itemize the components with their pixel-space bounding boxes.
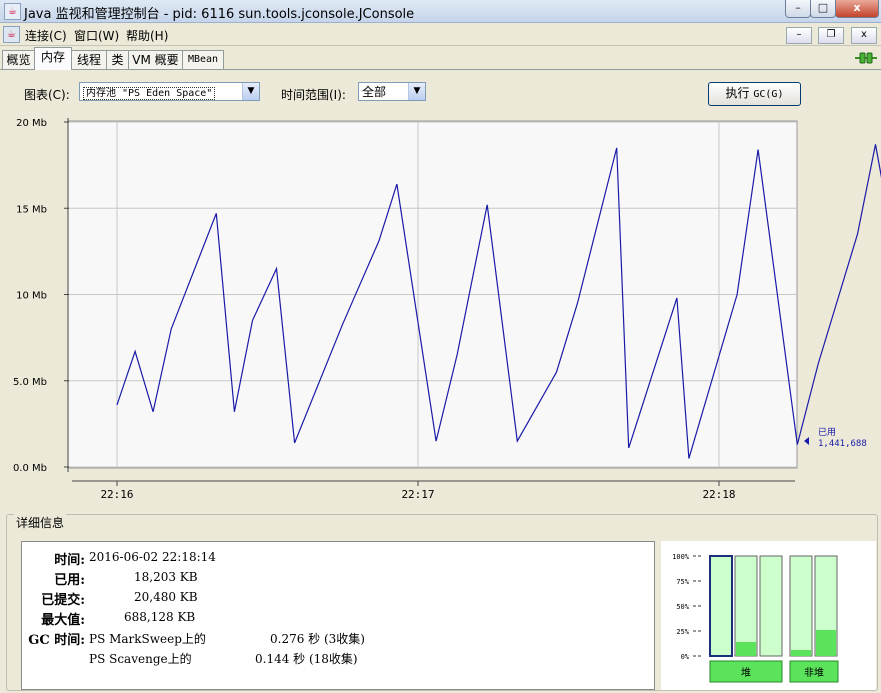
- pool-bar[interactable]: [759, 555, 783, 657]
- nonheap-label: 非堆: [804, 667, 824, 679]
- gc-collector-time: 0.276 秒 (3收集): [270, 632, 365, 646]
- tab-classes[interactable]: 类: [106, 50, 129, 69]
- chart-select-value: 内存池 "PS Eden Space": [83, 87, 216, 100]
- max-label: 最大值:: [41, 613, 85, 628]
- x-tick-label: 22:18: [702, 488, 735, 501]
- tab-threads[interactable]: 线程: [71, 50, 107, 69]
- time-range-label: 时间范围(I):: [281, 88, 346, 102]
- gc-button-mnemonic: GC(G): [753, 89, 784, 100]
- y-tick-label: 10 Mb: [16, 291, 47, 302]
- pool-bar[interactable]: [734, 555, 758, 657]
- committed-label: 已提交:: [41, 593, 85, 608]
- minimize-button[interactable]: –: [785, 0, 811, 18]
- time-range-value: 全部: [362, 85, 387, 99]
- legend-series-name: 已用: [818, 427, 836, 438]
- bar-y-tick-label: 50%: [676, 603, 689, 611]
- pool-bar-used-fill[interactable]: [791, 650, 811, 656]
- x-tick-label: 22:17: [401, 488, 434, 501]
- menu-connection[interactable]: 连接(C): [25, 27, 67, 44]
- tab-overview[interactable]: 概览: [2, 50, 35, 69]
- chart-label: 图表(C):: [24, 88, 70, 102]
- time-label: 时间:: [54, 553, 85, 568]
- internal-minimize-button[interactable]: –: [786, 27, 812, 44]
- bar-y-tick-label: 75%: [676, 578, 689, 586]
- gc-button-label: 执行: [725, 86, 750, 100]
- heap-label: 堆: [741, 667, 751, 679]
- time-range-select[interactable]: 全部 ▼: [358, 82, 426, 101]
- title-bar: ☕ Java 监视和管理控制台 - pid: 6116 sun.tools.jc…: [0, 0, 881, 23]
- legend-current-value: 1,441,688: [818, 439, 867, 449]
- current-value-marker: [804, 437, 809, 445]
- memory-chart: 20 Mb 15 Mb 10 Mb 5.0 Mb 0.0 Mb 22:16 22:17 22…: [13, 118, 881, 501]
- y-tick-label: 5.0 Mb: [13, 377, 47, 388]
- pool-bar-used-fill[interactable]: [816, 630, 836, 656]
- gc-collector-name: PS MarkSweep上的: [89, 632, 206, 646]
- details-panel: 时间: 2016-06-02 22:18:14 已用: 18,203 KB 已提…: [21, 541, 655, 690]
- menu-bar: ☕ 连接(C) 窗口(W) 帮助(H) – ❐ x: [0, 23, 881, 46]
- internal-close-button[interactable]: x: [851, 27, 877, 44]
- pool-bar-used-fill[interactable]: [736, 642, 756, 656]
- chevron-down-icon[interactable]: ▼: [242, 83, 259, 100]
- perform-gc-button[interactable]: 执行 GC(G): [708, 82, 801, 106]
- java-app-icon: ☕: [4, 3, 21, 20]
- pool-bar[interactable]: [789, 555, 813, 657]
- tab-mbean[interactable]: MBean: [182, 50, 224, 69]
- close-button[interactable]: x: [835, 0, 879, 18]
- y-tick-label: 20 Mb: [16, 118, 47, 129]
- chart-select[interactable]: 内存池 "PS Eden Space" ▼: [79, 82, 260, 101]
- gc-collector-time: 0.144 秒 (18收集): [255, 652, 358, 666]
- java-document-icon: ☕: [3, 26, 20, 43]
- x-tick-label: 22:16: [100, 488, 133, 501]
- chevron-down-icon[interactable]: ▼: [408, 83, 425, 100]
- memory-pool-bars: 100% 75% 50% 25% 0% 堆 非堆: [672, 553, 839, 683]
- bar-y-tick-label: 100%: [672, 553, 690, 561]
- bar-y-tick-label: 25%: [676, 628, 689, 636]
- internal-restore-button[interactable]: ❐: [818, 27, 844, 44]
- tab-vm-summary[interactable]: VM 概要: [128, 50, 183, 69]
- time-value: 2016-06-02 22:18:14: [89, 550, 216, 564]
- y-tick-label: 0.0 Mb: [13, 463, 47, 474]
- tab-memory[interactable]: 内存: [34, 47, 72, 70]
- details-title: 详细信息: [14, 514, 67, 531]
- max-value: 688,128 KB: [124, 610, 196, 624]
- memory-pools-panel: 100% 75% 50% 25% 0% 堆 非堆: [661, 541, 876, 690]
- used-label: 已用:: [54, 573, 85, 588]
- bar-y-tick-label: 0%: [681, 653, 690, 661]
- menu-window[interactable]: 窗口(W): [74, 27, 119, 44]
- connection-status-icon: [855, 52, 877, 64]
- y-tick-label: 15 Mb: [16, 204, 47, 215]
- window-title: Java 监视和管理控制台 - pid: 6116 sun.tools.jcon…: [24, 7, 415, 22]
- committed-value: 20,480 KB: [134, 590, 198, 604]
- menu-help[interactable]: 帮助(H): [126, 27, 168, 44]
- gc-collector-name: PS Scavenge上的: [89, 652, 192, 666]
- gc-time-label: GC 时间:: [28, 633, 85, 648]
- used-value: 18,203 KB: [134, 570, 198, 584]
- pool-bar[interactable]: [709, 555, 733, 657]
- tab-bar: 概览 内存 线程 类 VM 概要 MBean: [0, 47, 881, 70]
- maximize-button[interactable]: □: [810, 0, 836, 18]
